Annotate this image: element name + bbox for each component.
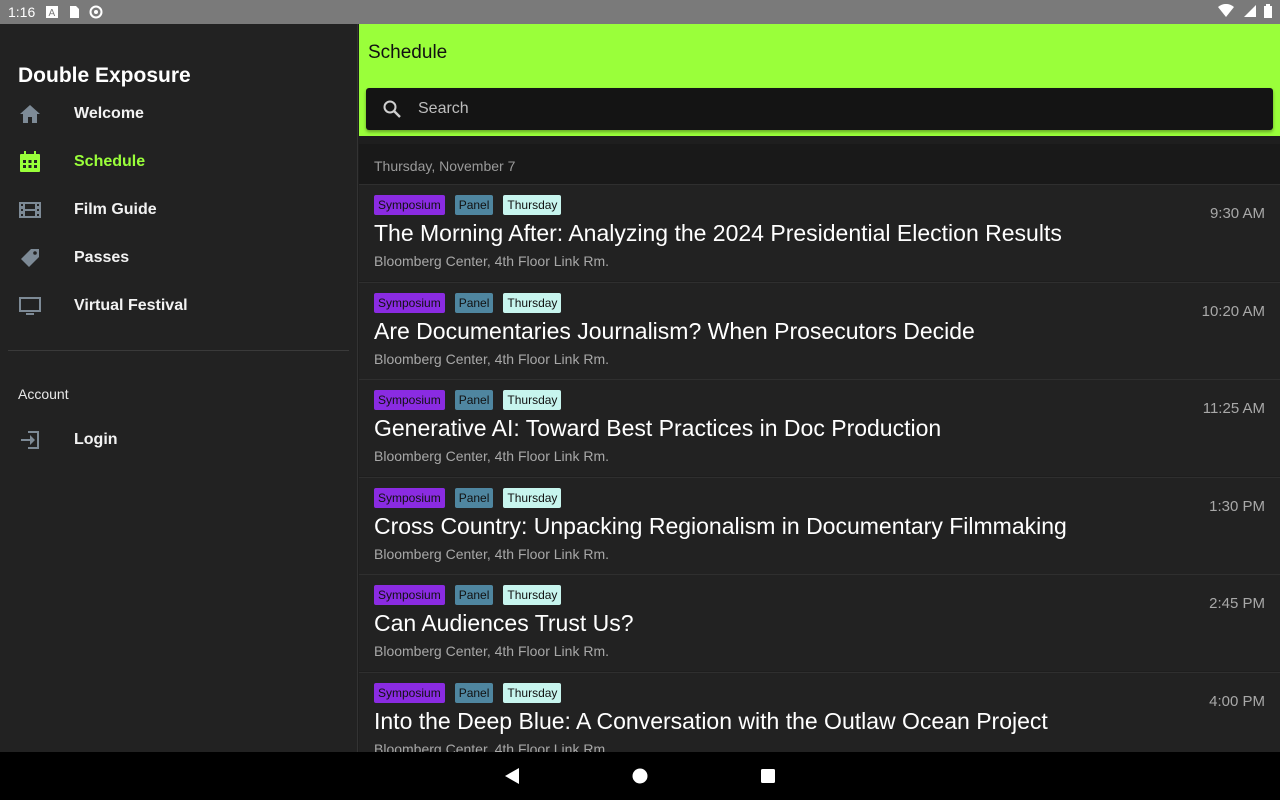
event-row[interactable]: Symposium Panel Thursday Are Documentaries … [359,281,1280,379]
film-icon [18,198,42,222]
nav-item-label: Virtual Festival [74,297,188,314]
tag-symposium: Symposium [374,390,445,410]
nav-item-schedule[interactable]: Schedule [0,140,358,184]
tag-thursday: Thursday [503,195,562,215]
tag-panel: Panel [454,195,494,215]
event-time: 2:45 PM [1209,595,1265,612]
back-icon[interactable] [503,766,521,791]
event-time: 9:30 AM [1209,205,1265,222]
tag-panel: Panel [454,292,494,313]
event-time: 4:00 PM [1209,692,1265,710]
event-tags: Symposium Panel Thursday [374,390,562,410]
event-row[interactable]: Symposium Panel Thursday Cross Country: Unp… [359,476,1280,574]
nav-item-label: Schedule [74,153,146,170]
tag-symposium: Symposium [374,292,445,313]
event-location: Bloomberg Center, 4th Floor Link Rm. [374,350,609,367]
status-time: 1:16 [8,4,36,20]
event-title: The Morning After: Analyzing the 2024 Pr… [374,220,1062,246]
event-title: Are Documentaries Journalism? When Prose… [374,317,975,344]
tag-panel: Panel [454,585,494,605]
tag-thursday: Thursday [503,682,562,703]
app-bar: Schedule [359,24,1280,136]
event-location: Bloomberg Center, 4th Floor Link Rm. [374,253,609,269]
main-content: Schedule Thursday, November 7 Symposium P… [359,24,1280,752]
tag-thursday: Thursday [503,585,562,605]
event-location: Bloomberg Center, 4th Floor Link Rm. [374,740,609,753]
drawer-divider [8,350,349,351]
search-input[interactable] [418,88,1238,130]
tag-panel: Panel [454,390,494,410]
nav-item-virtual-festival[interactable]: Virtual Festival [0,284,358,328]
event-tags: Symposium Panel Thursday [374,292,562,313]
nav-item-login[interactable]: Login [0,418,358,462]
search-icon [382,99,402,124]
tag-symposium: Symposium [374,585,445,605]
event-title: Cross Country: Unpacking Regionalism in … [374,512,1067,539]
event-time: 1:30 PM [1209,497,1265,515]
event-tags: Symposium Panel Thursday [374,487,562,508]
date-header: Thursday, November 7 [359,144,1280,184]
nav-item-label: Login [74,431,118,448]
nav-item-label: Welcome [74,105,144,122]
event-location: Bloomberg Center, 4th Floor Link Rm. [374,448,609,464]
calendar-icon [18,150,42,174]
nav-item-film-guide[interactable]: Film Guide [0,188,358,232]
svg-text:A: A [49,8,56,19]
sd-card-icon [67,5,81,19]
event-location: Bloomberg Center, 4th Floor Link Rm. [374,643,609,659]
tag-thursday: Thursday [503,390,562,410]
account-section-label: Account [18,386,69,402]
tag-panel: Panel [454,682,494,703]
wifi-icon [1218,3,1234,21]
login-icon [18,428,42,452]
sync-icon [89,5,103,19]
tag-thursday: Thursday [503,292,562,313]
event-tags: Symposium Panel Thursday [374,195,562,215]
event-tags: Symposium Panel Thursday [374,682,562,703]
battery-icon [1264,3,1272,21]
tag-icon [18,246,42,270]
tag-symposium: Symposium [374,487,445,508]
tag-symposium: Symposium [374,682,445,703]
nav-item-label: Passes [74,249,130,266]
event-row[interactable]: Symposium Panel Thursday Generative AI: Tow… [359,379,1280,476]
event-tags: Symposium Panel Thursday [374,585,562,605]
event-time: 10:20 AM [1201,302,1265,320]
event-row[interactable]: Symposium Panel Thursday The Morning After:… [359,184,1280,281]
event-time: 11:25 AM [1202,400,1265,417]
monitor-icon [18,294,42,318]
notification-a-icon: A [45,5,59,19]
nav-item-welcome[interactable]: Welcome [0,92,358,136]
tag-thursday: Thursday [503,487,562,508]
system-nav-bar [0,752,1280,800]
event-location: Bloomberg Center, 4th Floor Link Rm. [374,545,609,562]
search-bar[interactable] [366,88,1273,130]
tag-symposium: Symposium [374,195,445,215]
event-title: Into the Deep Blue: A Conversation with … [374,707,1048,734]
event-row[interactable]: Symposium Panel Thursday Can Audiences Trus… [359,574,1280,671]
home-icon [18,102,42,126]
navigation-drawer: Double Exposure Welcome Schedule Film Gu… [0,24,358,752]
event-title: Generative AI: Toward Best Practices in … [374,415,942,441]
signal-icon [1242,4,1256,21]
drawer-title: Double Exposure [18,64,191,87]
event-title: Can Audiences Trust Us? [374,610,634,636]
event-row[interactable]: Symposium Panel Thursday Into the Deep Blue… [359,671,1280,753]
tag-panel: Panel [454,487,494,508]
nav-item-passes[interactable]: Passes [0,236,358,280]
nav-item-label: Film Guide [74,201,157,218]
status-bar: 1:16 A [0,0,1280,24]
page-title: Schedule [368,42,448,63]
home-button-icon[interactable] [631,766,649,791]
recents-icon[interactable] [759,766,777,791]
